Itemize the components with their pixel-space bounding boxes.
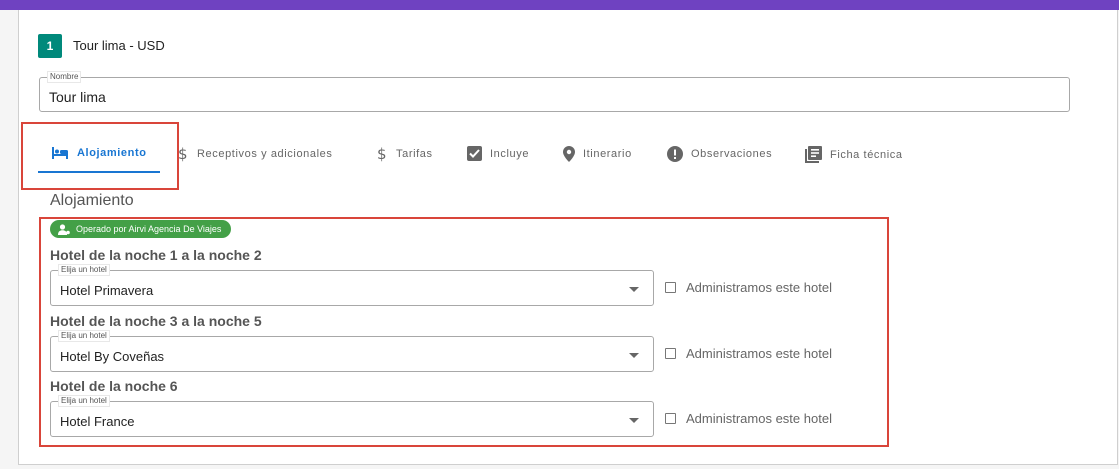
top-accent-bar <box>0 0 1119 10</box>
section-title: Alojamiento <box>50 192 134 209</box>
name-input-label: Nombre <box>48 72 81 82</box>
chevron-down-icon[interactable] <box>629 287 639 292</box>
hotel-select-value: Hotel By Coveñas <box>60 349 165 364</box>
hotel-select-value: Hotel France <box>60 414 135 429</box>
tab-label: Ficha técnica <box>830 148 903 161</box>
hotel-nights-label: Hotel de la noche 1 a la noche 2 <box>50 247 262 263</box>
tab-incluye[interactable]: Incluye <box>467 146 529 161</box>
hotel-nights-label: Hotel de la noche 3 a la noche 5 <box>50 313 262 329</box>
manage-hotel-checkbox-row[interactable]: Administramos este hotel <box>665 346 832 361</box>
tab-label: Observaciones <box>691 148 773 160</box>
hotel-select[interactable]: Elija un hotel Hotel By Coveñas <box>50 331 654 372</box>
manage-hotel-checkbox[interactable] <box>665 413 676 424</box>
name-input[interactable]: Nombre Tour lima <box>39 72 1070 112</box>
tab-receptivos[interactable]: $ Receptivos y adicionales <box>177 146 332 162</box>
hotel-nights-label: Hotel de la noche 6 <box>50 378 178 394</box>
manage-hotel-checkbox-row[interactable]: Administramos este hotel <box>665 411 832 426</box>
step-number-badge: 1 <box>38 34 62 58</box>
document-icon <box>805 146 822 163</box>
manage-hotel-label[interactable]: Administramos este hotel <box>686 346 832 361</box>
active-tab-indicator <box>38 171 160 173</box>
manage-hotel-checkbox-row[interactable]: Administramos este hotel <box>665 280 832 295</box>
tab-label: Alojamiento <box>77 147 147 159</box>
svg-text:$: $ <box>377 146 387 162</box>
location-pin-icon <box>563 146 575 162</box>
chevron-down-icon[interactable] <box>629 353 639 358</box>
operator-badge-text: Operado por Airvi Agencia De Viajes <box>76 224 222 234</box>
tab-alojamiento[interactable]: Alojamiento <box>51 146 147 160</box>
tab-label: Incluye <box>490 147 530 160</box>
checkbox-icon <box>467 146 482 161</box>
hotel-select-label: Elija un hotel <box>59 331 109 341</box>
tab-observaciones[interactable]: Observaciones <box>667 146 772 162</box>
manage-hotel-checkbox[interactable] <box>665 348 676 359</box>
alert-icon <box>667 146 683 162</box>
hotel-select-label: Elija un hotel <box>59 396 109 406</box>
tab-tarifas[interactable]: $ Tarifas <box>376 146 433 162</box>
chevron-down-icon[interactable] <box>629 418 639 423</box>
user-settings-icon <box>58 223 70 235</box>
dollar-icon: $ <box>178 146 188 162</box>
svg-text:$: $ <box>178 146 188 162</box>
tab-label: Itinerario <box>583 148 632 160</box>
hotel-select-value: Hotel Primavera <box>60 283 154 298</box>
operator-badge: Operado por Airvi Agencia De Viajes <box>50 220 232 238</box>
tab-label: Receptivos y adicionales <box>197 148 333 160</box>
manage-hotel-label[interactable]: Administramos este hotel <box>686 280 832 295</box>
tab-ficha-tecnica[interactable]: Ficha técnica <box>805 146 903 163</box>
hotel-select-label: Elija un hotel <box>59 265 109 275</box>
tour-title: Tour lima - USD <box>73 38 165 53</box>
bed-icon <box>52 147 68 159</box>
tab-itinerario[interactable]: Itinerario <box>563 146 632 162</box>
hotel-select[interactable]: Elija un hotel Hotel Primavera <box>50 265 654 306</box>
manage-hotel-checkbox[interactable] <box>665 282 676 293</box>
manage-hotel-label[interactable]: Administramos este hotel <box>686 411 832 426</box>
name-input-value[interactable]: Tour lima <box>49 89 106 105</box>
dollar-icon: $ <box>377 146 387 162</box>
tab-label: Tarifas <box>396 148 433 160</box>
hotel-select[interactable]: Elija un hotel Hotel France <box>50 396 654 437</box>
